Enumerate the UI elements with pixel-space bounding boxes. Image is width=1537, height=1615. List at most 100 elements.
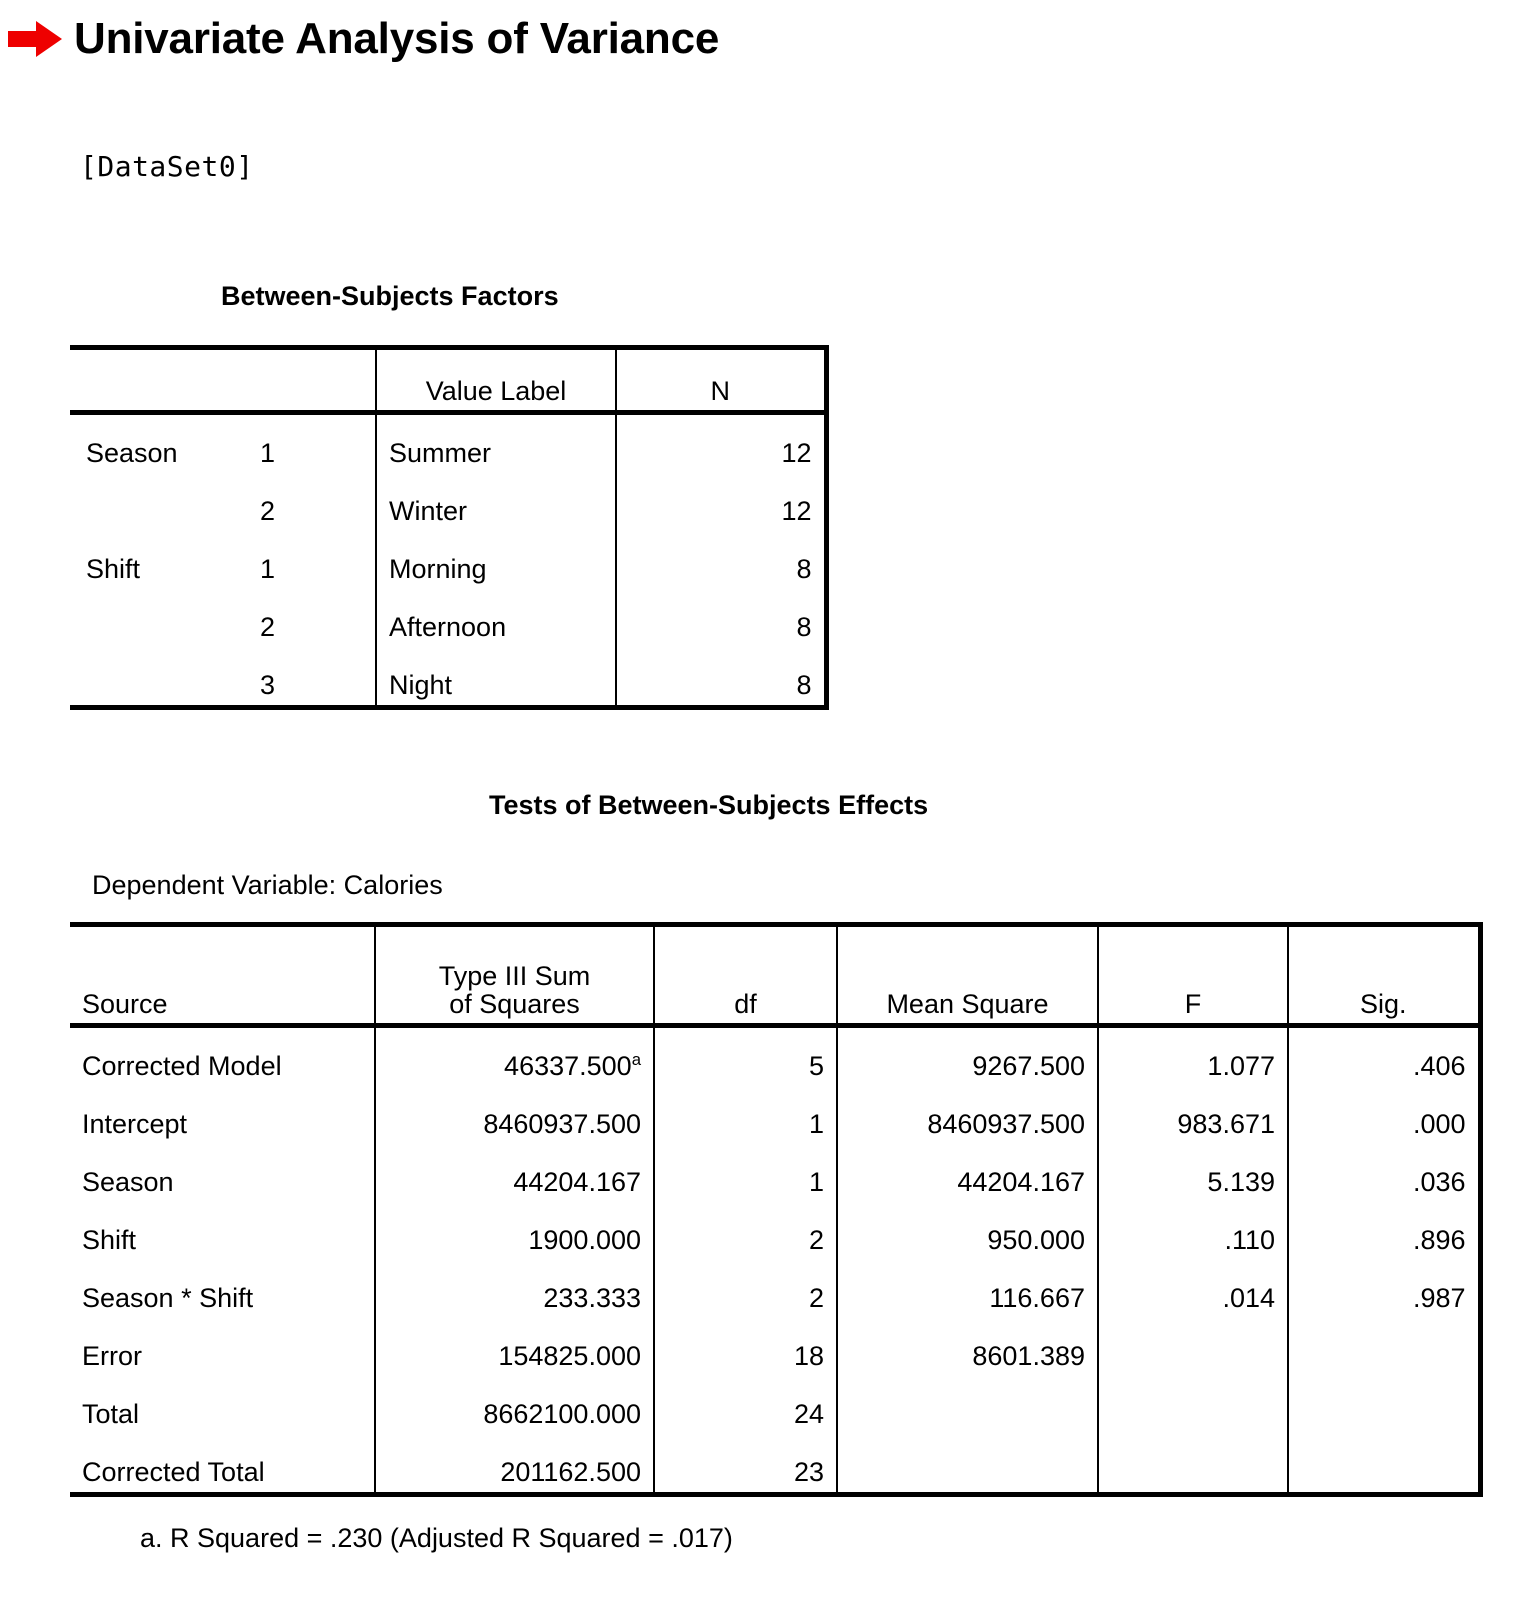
value-label: Summer xyxy=(375,412,616,473)
footnote-marker: a xyxy=(631,1050,641,1069)
col-header-ss-line1: Type III Sum xyxy=(438,960,591,991)
page-header: Univariate Analysis of Variance xyxy=(0,8,719,70)
col-header-n: N xyxy=(615,347,829,415)
table-footnote: a. R Squared = .230 (Adjusted R Squared … xyxy=(140,1523,733,1553)
value-label: Night xyxy=(375,647,616,708)
source-name: Corrected Model xyxy=(70,1025,375,1086)
source-name: Shift xyxy=(70,1202,375,1260)
sum-of-squares-value: 8460937.500 xyxy=(374,1086,654,1144)
sig-value xyxy=(1287,1376,1483,1434)
col-header-ss-line2: of Squares xyxy=(449,989,580,1020)
sig-value: .987 xyxy=(1287,1260,1483,1318)
factor-name xyxy=(70,647,260,708)
df-value: 18 xyxy=(653,1318,837,1376)
tests-of-between-subjects-effects-table: Source Type III Sum of Squares df Mean S… xyxy=(70,922,1483,1497)
df-value: 23 xyxy=(653,1434,837,1495)
mean-square-value: 8601.389 xyxy=(836,1318,1098,1376)
source-name: Corrected Total xyxy=(70,1434,375,1495)
sig-value xyxy=(1287,1318,1483,1376)
table-row: Intercept 8460937.500 1 8460937.500 983.… xyxy=(70,1086,1483,1144)
col-header-blank-factor xyxy=(70,347,260,415)
factor-level: 2 xyxy=(260,473,376,531)
mean-square-value: 950.000 xyxy=(836,1202,1098,1260)
value-label: Afternoon xyxy=(375,589,616,647)
mean-square-value: 44204.167 xyxy=(836,1144,1098,1202)
sum-of-squares-value: 1900.000 xyxy=(374,1202,654,1260)
table-row: 2 Winter 12 xyxy=(70,473,829,531)
col-header-value-label: Value Label xyxy=(375,347,616,415)
between-subjects-factors-table: Value Label N Season 1 Summer 12 2 Winte… xyxy=(70,345,829,710)
f-value xyxy=(1097,1434,1288,1495)
f-value: .110 xyxy=(1097,1202,1288,1260)
table-row: 2 Afternoon 8 xyxy=(70,589,829,647)
df-value: 1 xyxy=(653,1086,837,1144)
factor-name: Season xyxy=(70,412,260,473)
red-right-arrow-icon xyxy=(8,21,62,57)
source-name: Intercept xyxy=(70,1086,375,1144)
col-header-blank-level xyxy=(260,347,376,415)
n-value: 8 xyxy=(615,589,829,647)
col-header-source: Source xyxy=(70,924,375,1028)
df-value: 2 xyxy=(653,1202,837,1260)
between-subjects-factors-caption: Between-Subjects Factors xyxy=(221,281,559,311)
ss-number: 46337.500 xyxy=(504,1051,632,1081)
sum-of-squares-value: 154825.000 xyxy=(374,1318,654,1376)
df-value: 5 xyxy=(653,1025,837,1086)
factor-name: Shift xyxy=(70,531,260,589)
factor-level: 3 xyxy=(260,647,376,708)
source-name: Error xyxy=(70,1318,375,1376)
table-row: Shift 1 Morning 8 xyxy=(70,531,829,589)
factor-level: 2 xyxy=(260,589,376,647)
table-header-row: Source Type III Sum of Squares df Mean S… xyxy=(70,924,1483,1028)
col-header-type-iii-sum-of-squares: Type III Sum of Squares xyxy=(374,924,654,1028)
col-header-mean-square: Mean Square xyxy=(836,924,1098,1028)
factor-name xyxy=(70,589,260,647)
page-title: Univariate Analysis of Variance xyxy=(74,14,720,63)
f-value xyxy=(1097,1376,1288,1434)
n-value: 8 xyxy=(615,647,829,708)
value-label: Morning xyxy=(375,531,616,589)
n-value: 12 xyxy=(615,412,829,473)
factor-level: 1 xyxy=(260,531,376,589)
sum-of-squares-value: 201162.500 xyxy=(374,1434,654,1495)
table-row: Corrected Model 46337.500a 5 9267.500 1.… xyxy=(70,1025,1483,1086)
sig-value: .000 xyxy=(1287,1086,1483,1144)
sum-of-squares-value: 44204.167 xyxy=(374,1144,654,1202)
mean-square-value: 8460937.500 xyxy=(836,1086,1098,1144)
mean-square-value: 9267.500 xyxy=(836,1025,1098,1086)
table-row: Total 8662100.000 24 xyxy=(70,1376,1483,1434)
dependent-variable-label: Dependent Variable: Calories xyxy=(92,870,443,900)
col-header-sig: Sig. xyxy=(1287,924,1483,1028)
df-value: 2 xyxy=(653,1260,837,1318)
source-name: Total xyxy=(70,1376,375,1434)
table-row: Shift 1900.000 2 950.000 .110 .896 xyxy=(70,1202,1483,1260)
df-value: 1 xyxy=(653,1144,837,1202)
table-header-row: Value Label N xyxy=(70,347,829,415)
col-header-f: F xyxy=(1097,924,1288,1028)
sum-of-squares-value: 8662100.000 xyxy=(374,1376,654,1434)
tests-of-between-subjects-effects-caption: Tests of Between-Subjects Effects xyxy=(489,790,929,820)
mean-square-value xyxy=(836,1376,1098,1434)
df-value: 24 xyxy=(653,1376,837,1434)
table-row: 3 Night 8 xyxy=(70,647,829,708)
table-row: Corrected Total 201162.500 23 xyxy=(70,1434,1483,1495)
n-value: 8 xyxy=(615,531,829,589)
mean-square-value xyxy=(836,1434,1098,1495)
table-row: Season * Shift 233.333 2 116.667 .014 .9… xyxy=(70,1260,1483,1318)
factor-level: 1 xyxy=(260,412,376,473)
sum-of-squares-value: 233.333 xyxy=(374,1260,654,1318)
value-label: Winter xyxy=(375,473,616,531)
table-row: Error 154825.000 18 8601.389 xyxy=(70,1318,1483,1376)
sig-value xyxy=(1287,1434,1483,1495)
mean-square-value: 116.667 xyxy=(836,1260,1098,1318)
f-value: 5.139 xyxy=(1097,1144,1288,1202)
sig-value: .036 xyxy=(1287,1144,1483,1202)
sig-value: .896 xyxy=(1287,1202,1483,1260)
f-value: 983.671 xyxy=(1097,1086,1288,1144)
table-row: Season 1 Summer 12 xyxy=(70,412,829,473)
factor-name xyxy=(70,473,260,531)
col-header-df: df xyxy=(653,924,837,1028)
source-name: Season * Shift xyxy=(70,1260,375,1318)
dataset-label: [DataSet0] xyxy=(80,150,254,183)
sig-value: .406 xyxy=(1287,1025,1483,1086)
